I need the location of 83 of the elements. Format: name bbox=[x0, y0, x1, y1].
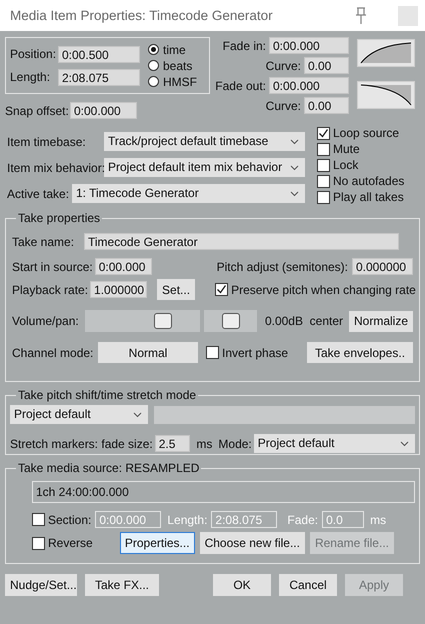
pan-slider[interactable] bbox=[204, 310, 257, 332]
section-start-field: 0:00.000 bbox=[95, 511, 162, 528]
field-label: Length: bbox=[167, 512, 208, 526]
checkbox[interactable]: Play all takes bbox=[317, 189, 404, 205]
checkmark-icon bbox=[318, 128, 329, 138]
field-label: Channel mode: bbox=[12, 346, 94, 360]
field-label: Curve: bbox=[266, 98, 301, 112]
checkbox[interactable]: Lock bbox=[317, 157, 404, 173]
checkbox[interactable]: Preserve pitch when changing rate bbox=[215, 282, 416, 298]
field-label: Curve: bbox=[266, 58, 301, 72]
radio-option[interactable]: time bbox=[148, 42, 197, 58]
field-label: Length: bbox=[10, 70, 52, 84]
checkbox[interactable]: No autofades bbox=[317, 173, 404, 189]
fade-field[interactable]: 0:00.000 bbox=[269, 77, 349, 94]
chevron-down-icon bbox=[400, 441, 409, 447]
fade-in-curve-icon[interactable] bbox=[357, 39, 415, 67]
window-title: Media Item Properties: Timecode Generator bbox=[10, 8, 273, 23]
curve-field[interactable]: 0.00 bbox=[304, 57, 349, 74]
curve-field[interactable]: 0.00 bbox=[304, 97, 349, 114]
volume-pan-reading: 0.00dB center bbox=[264, 314, 343, 328]
field-label: Mode: bbox=[218, 436, 252, 450]
channel-mode-button[interactable]: Normal bbox=[98, 342, 198, 363]
radio-option[interactable]: beats bbox=[148, 58, 197, 74]
group-title: Take media source: RESAMPLED bbox=[16, 461, 202, 475]
dropdown[interactable]: Project default item mix behavior bbox=[104, 158, 305, 177]
playback-rate-field[interactable]: 1.000000 bbox=[90, 281, 148, 298]
snap-offset-field[interactable]: 0:00.000 bbox=[70, 102, 137, 119]
take-envelopes-button[interactable]: Take envelopes.. bbox=[307, 342, 413, 363]
section-fade-field: 0.0 bbox=[322, 511, 364, 528]
volume-slider[interactable] bbox=[84, 310, 200, 332]
slider-thumb[interactable] bbox=[222, 313, 240, 329]
checkbox[interactable]: Loop source bbox=[317, 125, 404, 141]
slider-thumb[interactable] bbox=[154, 313, 172, 329]
start-in-source-field[interactable]: 0:00.000 bbox=[94, 258, 152, 275]
dropdown[interactable]: 1: Timecode Generator bbox=[72, 184, 305, 203]
unit-label: ms bbox=[370, 512, 386, 526]
field-label: Start in source: bbox=[12, 260, 93, 274]
pin-icon[interactable] bbox=[354, 6, 368, 24]
field-label: Snap offset: bbox=[5, 104, 70, 118]
unit-label: ms bbox=[196, 436, 212, 450]
checkbox[interactable]: Mute bbox=[317, 141, 404, 157]
set-button[interactable]: Set... bbox=[157, 279, 196, 300]
dropdown[interactable]: Track/project default timebase bbox=[104, 132, 305, 151]
dialog-button[interactable]: Take FX... bbox=[85, 574, 159, 596]
field-label: Item timebase: bbox=[6, 134, 87, 148]
normalize-button[interactable]: Normalize bbox=[349, 310, 414, 332]
field-label: Pitch adjust (semitones): bbox=[216, 260, 348, 274]
chevron-down-icon bbox=[290, 139, 299, 145]
dropdown[interactable]: Project default bbox=[10, 405, 148, 424]
radio-option[interactable]: HMSF bbox=[148, 74, 197, 90]
section-length-field: 2:08.075 bbox=[211, 511, 278, 528]
chevron-down-icon bbox=[133, 412, 142, 418]
field-label: Active take: bbox=[6, 186, 70, 200]
field-label: Fade out: bbox=[215, 78, 266, 92]
group-title: Take properties bbox=[16, 211, 102, 225]
checkmark-icon bbox=[216, 284, 228, 295]
field-label: Stretch markers: fade size: bbox=[10, 436, 153, 450]
fade-size-field[interactable]: 2.5 bbox=[154, 435, 190, 452]
dialog-button[interactable]: Nudge/Set... bbox=[5, 574, 77, 596]
checkbox[interactable]: Reverse bbox=[32, 535, 120, 551]
field-label: Take name: bbox=[12, 234, 76, 248]
field-label: Fade: bbox=[287, 512, 318, 526]
dialog-button[interactable]: Cancel bbox=[279, 574, 337, 596]
group-title: Take pitch shift/time stretch mode bbox=[16, 388, 198, 402]
chevron-down-icon bbox=[290, 191, 299, 197]
chevron-down-icon bbox=[290, 165, 299, 171]
fade-field[interactable]: 0:00.000 bbox=[269, 37, 349, 54]
source-info-field: 1ch 24:00:00.000 bbox=[32, 481, 415, 503]
dialog-button[interactable]: OK bbox=[213, 574, 271, 596]
source-button[interactable]: Properties... bbox=[120, 532, 195, 554]
field-label: Position: bbox=[10, 47, 58, 61]
field-label: Volume/pan: bbox=[12, 314, 80, 328]
field-label: Playback rate: bbox=[12, 282, 88, 296]
pitch-adjust-field[interactable]: 0.000000 bbox=[352, 258, 413, 275]
position-field[interactable]: 0:00.500 bbox=[58, 46, 140, 62]
checkbox[interactable]: Invert phase bbox=[206, 344, 288, 360]
field-label: Item mix behavior: bbox=[6, 160, 104, 174]
field-label: Fade in: bbox=[222, 38, 266, 52]
length-field[interactable]: 2:08.075 bbox=[58, 68, 140, 86]
dropdown[interactable]: Project default bbox=[254, 434, 415, 453]
source-button[interactable]: Choose new file... bbox=[200, 532, 305, 554]
fade-out-curve-icon[interactable] bbox=[357, 81, 415, 109]
take-name-field[interactable]: Timecode Generator bbox=[84, 233, 399, 250]
